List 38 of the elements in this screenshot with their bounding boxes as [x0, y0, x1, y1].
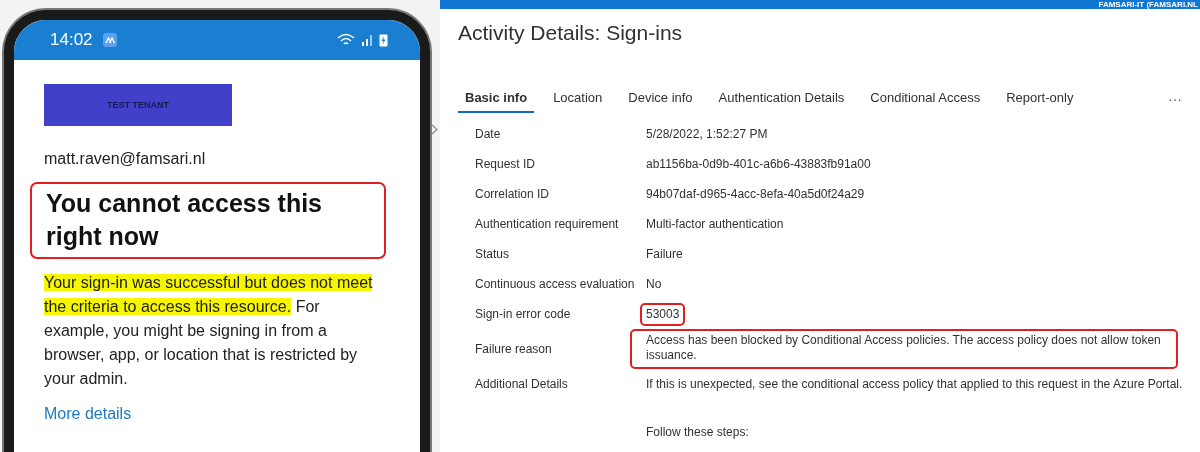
field-value: Failure: [645, 245, 684, 263]
account-name[interactable]: FAMSARI-IT (FAMSARI.NL: [1098, 0, 1198, 9]
field-label: Additional Details: [475, 377, 569, 391]
wifi-icon: [337, 33, 355, 47]
tab[interactable]: Device info: [621, 85, 700, 113]
field-value: Access has been blocked by Conditional Access policies. The access policy does not allow token issuance.: [630, 329, 1178, 369]
status-time: 14:02: [50, 30, 93, 50]
field-value: No: [645, 275, 663, 293]
page-title: Activity Details: Sign-ins: [458, 21, 684, 45]
field-label: Date: [475, 127, 502, 141]
field-label: Authentication requirement: [475, 217, 620, 231]
field-label: Failure reason: [475, 342, 553, 356]
more-details-link[interactable]: More details: [44, 405, 132, 423]
chevron-right-icon[interactable]: [431, 124, 438, 135]
field-value: 94b07daf-d965-4acc-8efa-40a5d0f24a29: [645, 185, 866, 203]
signal-icon: [361, 34, 373, 46]
field-value: 5/28/2022, 1:52:27 PM: [645, 125, 769, 143]
field-value: Multi-factor authentication: [645, 215, 785, 233]
field-label: Sign-in error code: [475, 307, 572, 321]
steps-heading: Follow these steps:: [645, 423, 750, 441]
error-heading: You cannot access this right now: [30, 182, 386, 259]
field-value: ab1156ba-0d9b-401c-a6b6-43883fb91a00: [645, 155, 872, 173]
tab[interactable]: Basic info: [458, 85, 535, 113]
field-value: If this is unexpected, see the conditional access policy that applied to this request in the Azure Portal.: [645, 375, 1184, 393]
tab[interactable]: Location: [546, 85, 610, 113]
tab[interactable]: Report-only: [999, 85, 1081, 113]
field-value: 53003: [640, 302, 686, 326]
field-label: Request ID: [475, 157, 537, 171]
battery-icon: [379, 33, 388, 47]
tenant-banner: TEST TENANT: [44, 84, 232, 126]
more-button[interactable]: ···: [1162, 90, 1188, 108]
app-icon: [102, 33, 117, 47]
field-label: Continuous access evaluation: [475, 277, 636, 291]
field-label: Status: [475, 247, 511, 261]
account-email: matt.raven@famsari.nl: [44, 150, 207, 168]
field-label: Correlation ID: [475, 187, 551, 201]
tab[interactable]: Authentication Details: [711, 85, 852, 113]
tab[interactable]: Conditional Access: [863, 85, 988, 113]
